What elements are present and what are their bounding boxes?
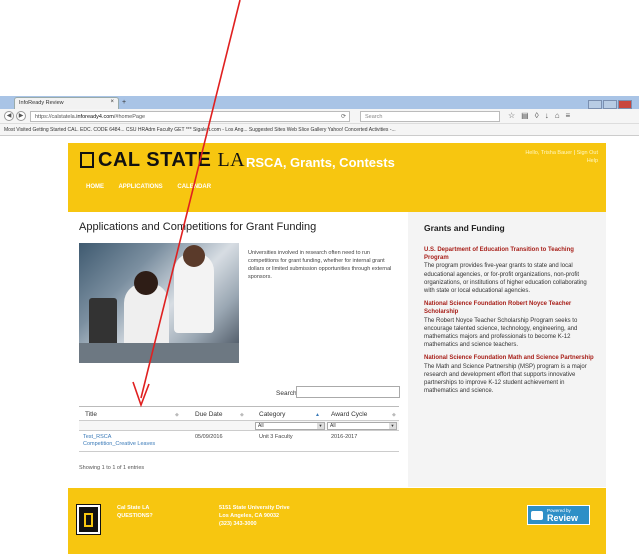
menu-applications[interactable]: APPLICATIONS bbox=[118, 184, 162, 190]
reading-list-icon[interactable]: ▤ bbox=[521, 111, 535, 120]
footer-address: 5151 State University Drive Los Angeles,… bbox=[219, 504, 290, 528]
funding-item-title[interactable]: U.S. Department of Education Transition … bbox=[424, 246, 596, 262]
main-menu: HOME APPLICATIONS CALENDAR bbox=[86, 184, 224, 190]
forward-icon[interactable]: ▶ bbox=[16, 111, 26, 121]
web-page: CAL STATE LA RSCA, Grants, Contests Hell… bbox=[0, 136, 639, 558]
due-date-cell: 05/09/2016 bbox=[195, 434, 223, 440]
list-item: National Science Foundation Robert Noyce… bbox=[424, 300, 596, 349]
research-lab-photo bbox=[79, 243, 239, 363]
download-icon[interactable]: ↓ bbox=[545, 111, 555, 120]
sign-out-link[interactable]: Sign Out bbox=[577, 150, 598, 156]
site-header: CAL STATE LA RSCA, Grants, Contests Hell… bbox=[68, 143, 606, 212]
url-prefix: https://calstatela. bbox=[35, 114, 77, 120]
funding-item-title[interactable]: National Science Foundation Math and Sci… bbox=[424, 354, 596, 362]
sort-icon[interactable]: ◆ bbox=[392, 412, 396, 418]
filter-row: All ▼ All ▼ bbox=[79, 421, 399, 431]
funding-item-desc: The Robert Noyce Teacher Scholarship Pro… bbox=[424, 317, 578, 349]
footer-logo-icon bbox=[76, 504, 101, 535]
user-name-link[interactable]: Trisha Bauer bbox=[541, 150, 572, 156]
microscope-icon bbox=[89, 298, 117, 348]
sort-icon[interactable]: ▲ bbox=[315, 412, 320, 418]
star-icon[interactable]: ☆ bbox=[508, 111, 521, 120]
tab-title: InfoReady Review bbox=[19, 100, 64, 106]
browser-chrome: InfoReady Review × + ◀ ▶ https://calstat… bbox=[0, 96, 639, 136]
list-item: U.S. Department of Education Transition … bbox=[424, 246, 596, 295]
site-title: RSCA, Grants, Contests bbox=[246, 155, 395, 170]
hello-label: Hello, bbox=[525, 150, 540, 156]
list-item: National Science Foundation Math and Sci… bbox=[424, 354, 596, 395]
sidebar-title: Grants and Funding bbox=[424, 223, 505, 233]
page-title: Applications and Competitions for Grant … bbox=[79, 221, 317, 233]
sort-icon[interactable]: ◆ bbox=[175, 412, 179, 418]
tab-bar: InfoReady Review × + bbox=[0, 96, 639, 109]
menu-home[interactable]: HOME bbox=[86, 184, 104, 190]
phone-number: (323) 343-3000 bbox=[219, 521, 257, 527]
menu-icon[interactable]: ≡ bbox=[566, 111, 577, 120]
url-host: infoready4.com bbox=[76, 114, 114, 120]
funding-list: U.S. Department of Education Transition … bbox=[424, 246, 596, 400]
tab-close-icon[interactable]: × bbox=[110, 99, 114, 105]
award-cycle-filter-select[interactable]: All ▼ bbox=[327, 422, 397, 430]
site-footer: Cal State LA QUESTIONS? 5151 State Unive… bbox=[68, 488, 606, 554]
col-title[interactable]: Title bbox=[85, 411, 97, 418]
logo-seal-icon bbox=[80, 152, 94, 168]
funding-item-title[interactable]: National Science Foundation Robert Noyce… bbox=[424, 300, 596, 316]
logo-text-cal: CAL STATE bbox=[98, 149, 212, 171]
intro-text: Universities involved in research often … bbox=[248, 250, 392, 280]
table-search-input[interactable] bbox=[296, 386, 400, 398]
footer-questions-link[interactable]: QUESTIONS? bbox=[117, 512, 153, 520]
logo-text-la: LA bbox=[217, 149, 246, 171]
new-tab-button[interactable]: + bbox=[122, 99, 126, 106]
cal-state-la-logo[interactable]: CAL STATE LA bbox=[80, 149, 245, 172]
browser-tab[interactable]: InfoReady Review × bbox=[14, 97, 119, 109]
category-filter-select[interactable]: All ▼ bbox=[255, 422, 325, 430]
window-controls bbox=[587, 96, 635, 109]
funding-item-desc: The Math and Science Partnership (MSP) p… bbox=[424, 363, 587, 395]
competition-title-link[interactable]: Test_RSCA Competition_Creative Leaves bbox=[83, 434, 163, 448]
user-greeting: Hello, Trisha Bauer | Sign Out Help bbox=[525, 150, 598, 164]
infoready-review-badge[interactable]: Powered by Review bbox=[527, 505, 590, 525]
table-info: Showing 1 to 1 of 1 entries bbox=[79, 465, 145, 471]
sidebar: Grants and Funding U.S. Department of Ed… bbox=[408, 212, 606, 487]
sort-icon[interactable]: ◆ bbox=[240, 412, 244, 418]
col-category[interactable]: Category bbox=[259, 411, 285, 418]
chevron-down-icon: ▼ bbox=[317, 423, 324, 429]
address-line: 5151 State University Drive bbox=[219, 505, 290, 511]
reload-icon[interactable]: ⟳ bbox=[341, 113, 346, 120]
url-bar[interactable]: https://calstatela.infoready4.com/#homeP… bbox=[30, 111, 350, 122]
bookmarks-bar[interactable]: Most Visited Getting Started CAL. EDC. C… bbox=[0, 124, 639, 136]
url-path: /#homePage bbox=[113, 114, 146, 120]
award-cycle-filter-value: All bbox=[330, 423, 336, 429]
search-placeholder: Search bbox=[365, 114, 383, 120]
footer-contact: Cal State LA QUESTIONS? bbox=[117, 504, 153, 520]
menu-calendar[interactable]: CALENDAR bbox=[177, 184, 211, 190]
help-link[interactable]: Help bbox=[587, 158, 598, 164]
pocket-icon[interactable]: ◊ bbox=[535, 111, 545, 120]
close-window-button[interactable] bbox=[618, 100, 632, 109]
col-award-cycle[interactable]: Award Cycle bbox=[331, 411, 367, 418]
main-content: Applications and Competitions for Grant … bbox=[68, 212, 408, 487]
minimize-button[interactable] bbox=[588, 100, 602, 109]
browser-search-input[interactable]: Search bbox=[360, 111, 500, 122]
category-filter-value: All bbox=[258, 423, 264, 429]
address-line: Los Angeles, CA 90032 bbox=[219, 513, 280, 519]
infoready-logo-icon bbox=[531, 511, 543, 520]
home-icon[interactable]: ⌂ bbox=[555, 111, 566, 120]
table-row[interactable]: Test_RSCA Competition_Creative Leaves 05… bbox=[79, 431, 399, 452]
funding-item-desc: The program provides five-year grants to… bbox=[424, 263, 587, 295]
maximize-button[interactable] bbox=[603, 100, 617, 109]
category-cell: Unit 3 Faculty bbox=[259, 434, 293, 440]
chevron-down-icon: ▼ bbox=[389, 423, 396, 429]
col-due-date[interactable]: Due Date bbox=[195, 411, 222, 418]
award-cycle-cell: 2016-2017 bbox=[331, 434, 358, 440]
competitions-table: Title ◆ Due Date ◆ Category ▲ Award Cycl… bbox=[79, 406, 399, 452]
table-header: Title ◆ Due Date ◆ Category ▲ Award Cycl… bbox=[79, 407, 399, 421]
footer-org: Cal State LA bbox=[117, 505, 150, 511]
toolbar-icons: ☆▤◊↓⌂≡ bbox=[508, 111, 576, 120]
badge-big-text: Review bbox=[547, 513, 579, 523]
back-icon[interactable]: ◀ bbox=[4, 111, 14, 121]
navigation-bar: ◀ ▶ https://calstatela.infoready4.com/#h… bbox=[0, 109, 639, 124]
